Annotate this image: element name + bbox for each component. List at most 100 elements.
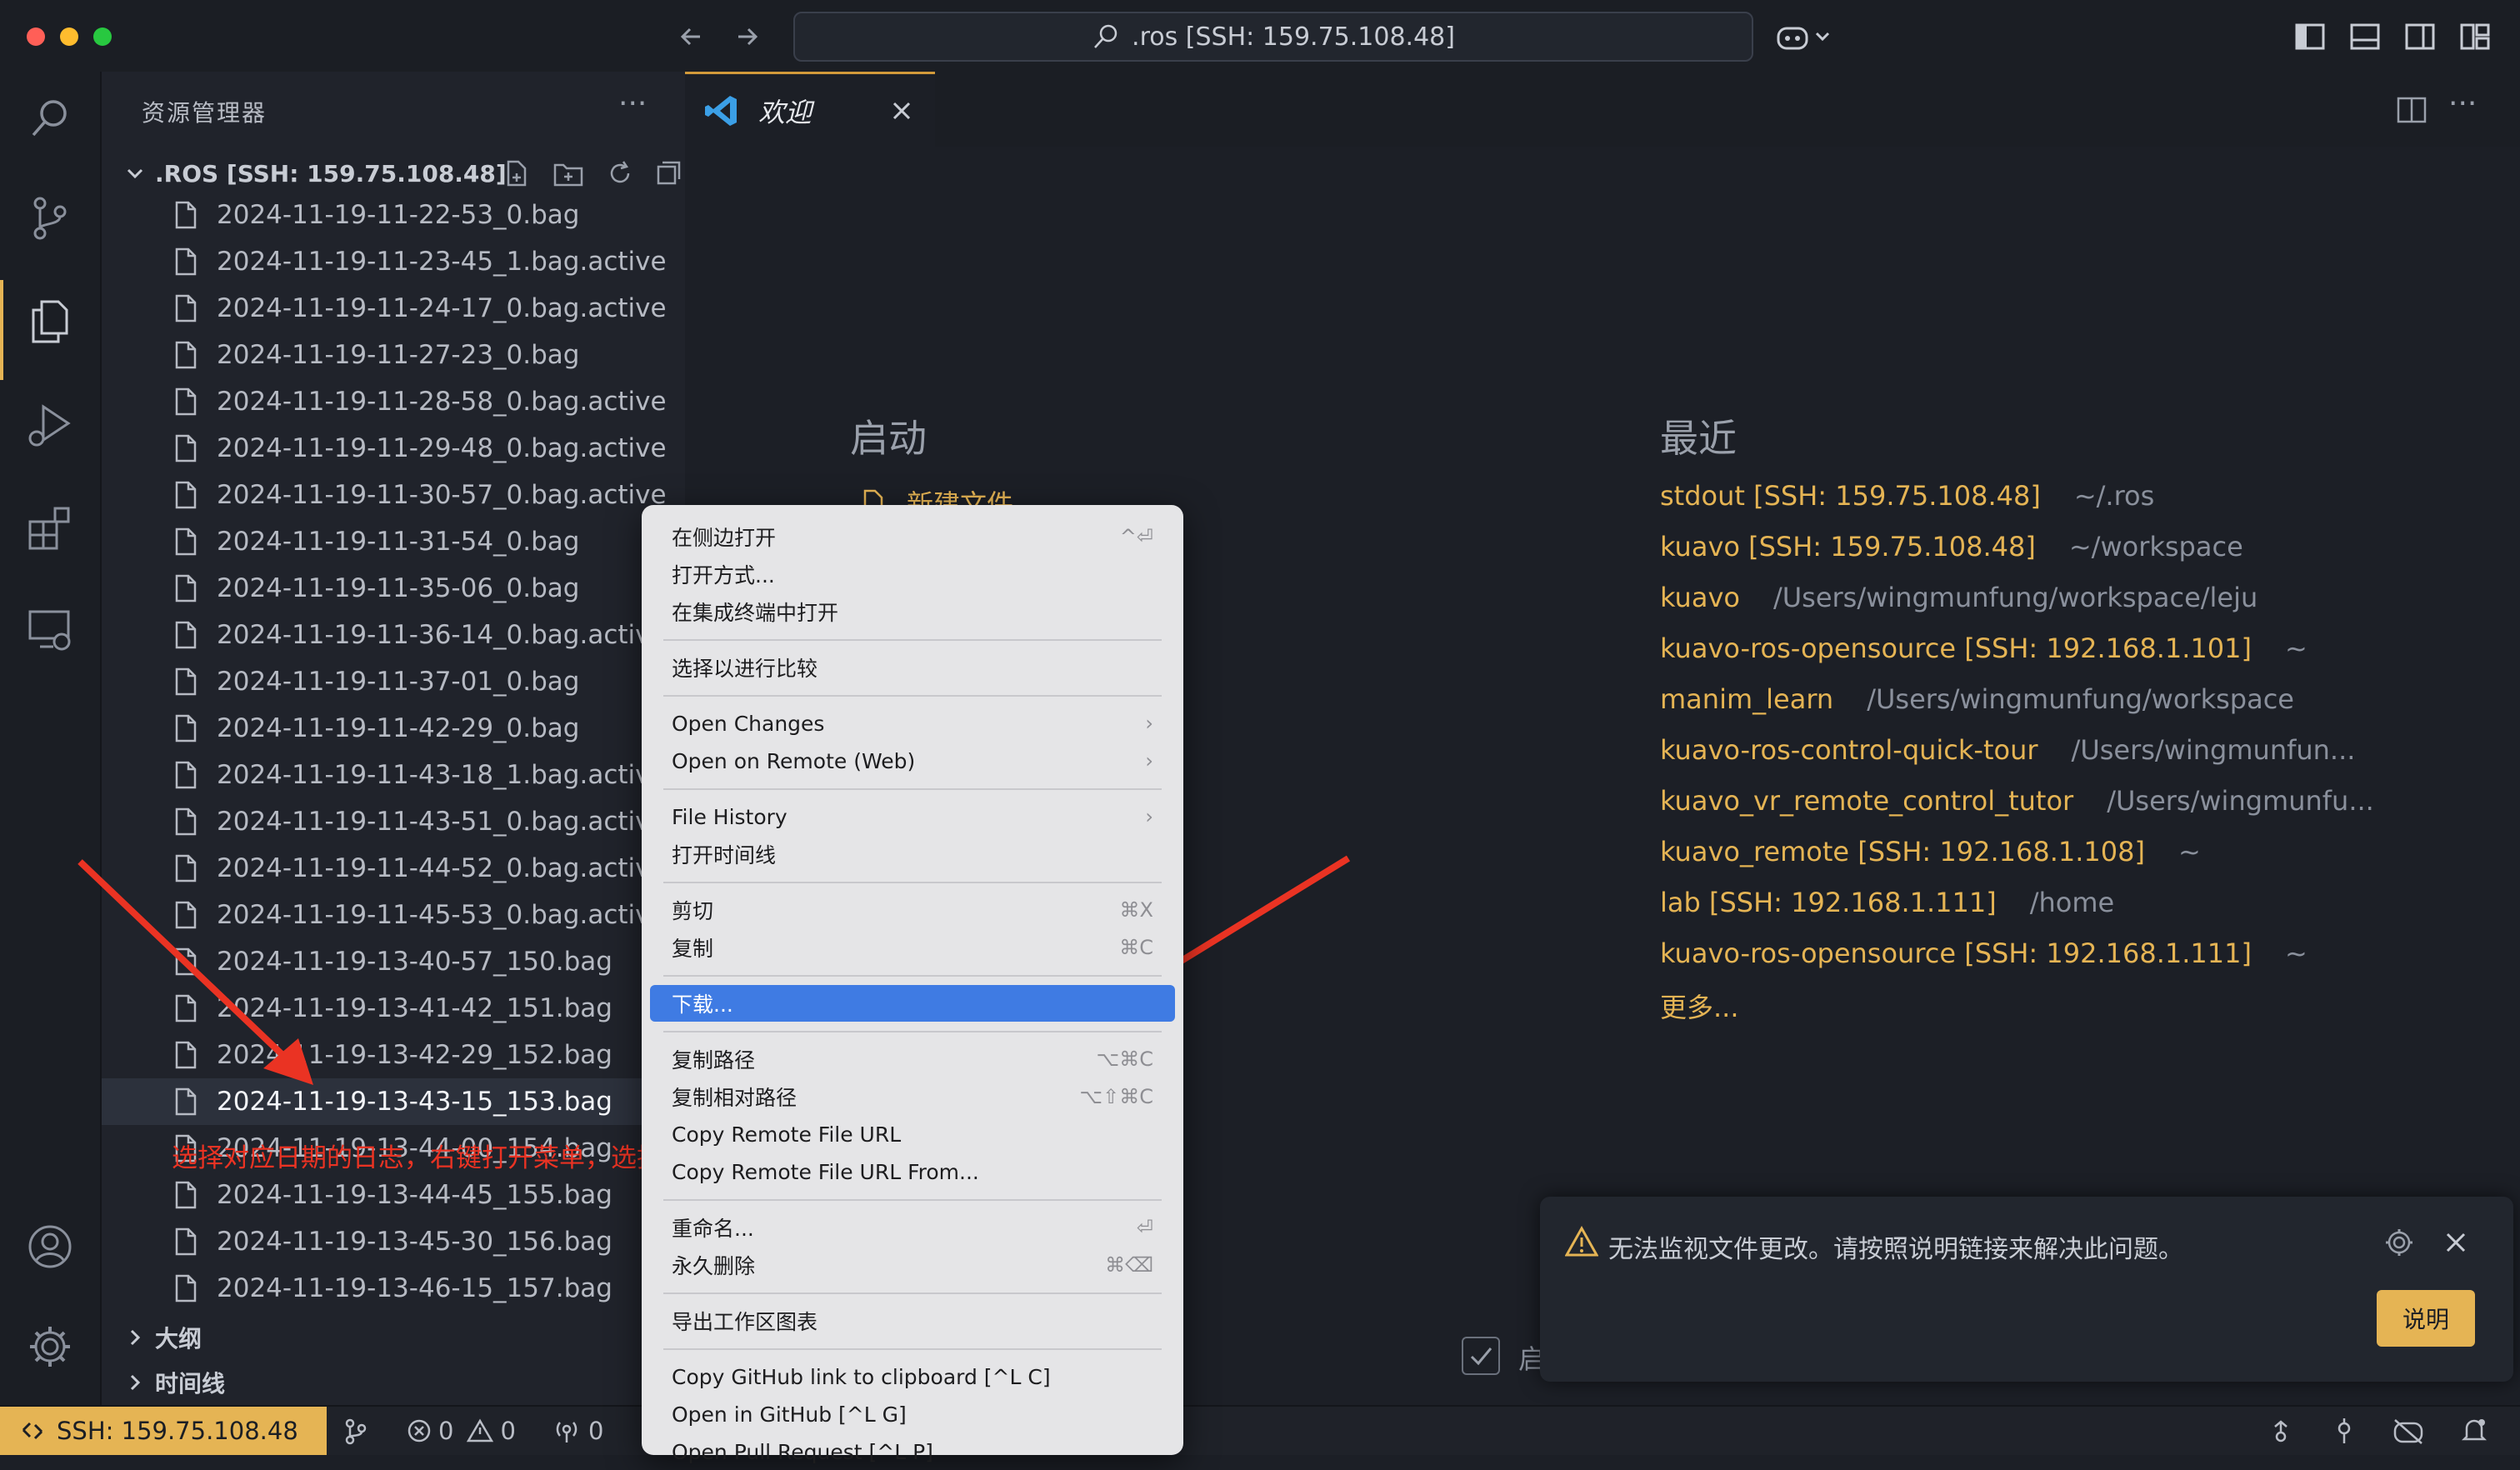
file-tree-item[interactable]: 2024-11-19-11-42-29_0.bag xyxy=(102,705,685,752)
command-center-search[interactable]: .ros [SSH: 159.75.108.48] xyxy=(793,12,1753,62)
file-tree-item[interactable]: 2024-11-19-11-28-58_0.bag.active xyxy=(102,378,685,425)
file-tree-item[interactable]: 2024-11-19-11-23-45_1.bag.active xyxy=(102,238,685,285)
split-editor-icon[interactable] xyxy=(2395,93,2428,127)
recent-more-link[interactable]: 更多... xyxy=(1660,987,1739,1025)
copilot-status-icon[interactable] xyxy=(2392,1417,2425,1445)
tab-welcome[interactable]: 欢迎 xyxy=(685,72,935,147)
menu-item[interactable]: Copy Remote File URL xyxy=(650,1116,1175,1152)
menu-item[interactable]: 在侧边打开 ^⏎ xyxy=(650,518,1175,555)
minimize-window-button[interactable] xyxy=(60,28,78,46)
file-tree-item[interactable]: 2024-11-19-11-37-01_0.bag xyxy=(102,658,685,705)
workspace-folder-header[interactable]: .ROS [SSH: 159.75.108.48] xyxy=(110,152,685,195)
menu-item[interactable]: 导出工作区图表 xyxy=(650,1302,1175,1339)
remote-explorer-icon[interactable] xyxy=(25,605,75,655)
menu-item[interactable]: 重命名... ⏎ xyxy=(650,1209,1175,1246)
notification-action-button[interactable]: 说明 xyxy=(2377,1290,2475,1347)
menu-item[interactable]: Copy Remote File URL From... xyxy=(650,1153,1175,1190)
file-tree-item[interactable]: 2024-11-19-11-36-14_0.bag.active xyxy=(102,612,685,658)
menu-item[interactable]: 打开方式... xyxy=(650,556,1175,592)
file-tree-item[interactable]: 2024-11-19-13-45-30_156.bag xyxy=(102,1218,685,1265)
menu-item[interactable]: Open in GitHub [^L G] xyxy=(650,1396,1175,1432)
recent-item[interactable]: kuavo [SSH: 159.75.108.48] ~/workspace xyxy=(1660,531,2243,578)
recent-item-name[interactable]: lab [SSH: 192.168.1.111] xyxy=(1660,887,1997,918)
copilot-icon[interactable] xyxy=(1775,20,1833,53)
show-welcome-checkbox[interactable] xyxy=(1462,1337,1500,1375)
menu-item[interactable]: 在集成终端中打开 xyxy=(650,593,1175,630)
refresh-icon[interactable] xyxy=(605,158,635,188)
recent-item[interactable]: kuavo/Users/wingmunfung/workspace/leju xyxy=(1660,582,2258,628)
explorer-icon[interactable] xyxy=(25,297,75,347)
commit-icon[interactable] xyxy=(2330,1417,2358,1445)
file-tree-item[interactable]: 2024-11-19-13-46-15_157.bag xyxy=(102,1265,685,1312)
recent-item-name[interactable]: kuavo_vr_remote_control_tutor xyxy=(1660,785,2073,817)
editor-more-actions[interactable]: ··· xyxy=(2448,87,2477,121)
menu-item[interactable]: 剪切 ⌘X xyxy=(650,892,1175,928)
problems-indicator[interactable]: 0 0 xyxy=(407,1407,516,1455)
toggle-panel-icon[interactable] xyxy=(2348,20,2382,53)
toggle-secondary-sidebar-icon[interactable] xyxy=(2403,20,2437,53)
source-control-icon[interactable] xyxy=(342,1417,370,1445)
toggle-sidebar-icon[interactable] xyxy=(2293,20,2327,53)
recent-item-name[interactable]: kuavo-ros-opensource [SSH: 192.168.1.101… xyxy=(1660,632,2252,664)
remote-indicator[interactable]: SSH: 159.75.108.48 xyxy=(0,1407,327,1455)
recent-item[interactable]: lab [SSH: 192.168.1.111] /home xyxy=(1660,887,2114,933)
outline-section[interactable]: 大纲 xyxy=(110,1315,202,1360)
recent-item-name[interactable]: kuavo xyxy=(1660,582,1740,613)
recent-item[interactable]: kuavo_remote [SSH: 192.168.1.108] ~ xyxy=(1660,836,2201,882)
file-tree-item[interactable]: 2024-11-19-13-44-45_155.bag xyxy=(102,1172,685,1218)
file-tree-item[interactable]: 2024-11-19-11-43-18_1.bag.active xyxy=(102,752,685,798)
search-icon[interactable] xyxy=(25,93,75,143)
recent-item-name[interactable]: kuavo-ros-opensource [SSH: 192.168.1.111… xyxy=(1660,938,2252,969)
maximize-window-button[interactable] xyxy=(93,28,112,46)
menu-item[interactable]: File History › xyxy=(650,798,1175,835)
menu-item-download[interactable]: 下载... xyxy=(650,985,1175,1022)
file-tree-item[interactable]: 2024-11-19-11-27-23_0.bag xyxy=(102,332,685,378)
menu-item[interactable]: 选择以进行比较 xyxy=(650,649,1175,686)
recent-item-name[interactable]: kuavo_remote [SSH: 192.168.1.108] xyxy=(1660,836,2145,868)
menu-item[interactable]: 永久删除 ⌘⌫ xyxy=(650,1247,1175,1283)
close-icon[interactable] xyxy=(890,99,913,122)
back-arrow-icon[interactable] xyxy=(675,20,708,53)
new-folder-icon[interactable] xyxy=(552,158,585,188)
menu-item[interactable]: 复制相对路径 ⌥⇧⌘C xyxy=(650,1078,1175,1115)
recent-item[interactable]: kuavo-ros-opensource [SSH: 192.168.1.101… xyxy=(1660,632,2308,679)
recent-item-name[interactable]: manim_learn xyxy=(1660,683,1833,715)
menu-item[interactable]: Open Changes › xyxy=(650,705,1175,742)
run-debug-icon[interactable] xyxy=(25,400,75,450)
recent-item-name[interactable]: kuavo-ros-control-quick-tour xyxy=(1660,734,2038,766)
github-icon[interactable] xyxy=(2267,1417,2295,1445)
collapse-all-icon[interactable] xyxy=(653,158,683,188)
settings-gear-icon[interactable] xyxy=(25,1322,75,1372)
recent-item[interactable]: kuavo-ros-opensource [SSH: 192.168.1.111… xyxy=(1660,938,2308,984)
file-tree-item[interactable]: 2024-11-19-11-22-53_0.bag xyxy=(102,192,685,238)
menu-item[interactable]: Open Pull Request [^L P] xyxy=(650,1433,1175,1470)
file-tree-item[interactable]: 2024-11-19-11-43-51_0.bag.active xyxy=(102,798,685,845)
gear-icon[interactable] xyxy=(2383,1227,2415,1258)
file-tree-item[interactable]: 2024-11-19-11-31-54_0.bag xyxy=(102,518,685,565)
recent-item[interactable]: manim_learn/Users/wingmunfung/workspace xyxy=(1660,683,2294,730)
file-tree-item[interactable]: 2024-11-19-11-24-17_0.bag.active xyxy=(102,285,685,332)
recent-item[interactable]: kuavo_vr_remote_control_tutor/Users/wing… xyxy=(1660,785,2374,832)
forward-arrow-icon[interactable] xyxy=(730,20,763,53)
sidebar-more-actions[interactable]: ··· xyxy=(618,87,647,121)
customize-layout-icon[interactable] xyxy=(2458,20,2492,53)
menu-item[interactable]: 复制 ⌘C xyxy=(650,929,1175,966)
notifications-bell-icon[interactable] xyxy=(2460,1417,2488,1445)
recent-item-name[interactable]: stdout [SSH: 159.75.108.48] xyxy=(1660,480,2041,512)
recent-item[interactable]: stdout [SSH: 159.75.108.48] ~/.ros xyxy=(1660,480,2154,527)
timeline-section[interactable]: 时间线 xyxy=(110,1360,225,1405)
menu-item[interactable]: 复制路径 ⌥⌘C xyxy=(650,1041,1175,1078)
menu-item[interactable]: 打开时间线 xyxy=(650,836,1175,872)
menu-item[interactable]: Copy GitHub link to clipboard [^L C] xyxy=(650,1358,1175,1395)
menu-item[interactable]: Open on Remote (Web) › xyxy=(650,742,1175,779)
account-icon[interactable] xyxy=(25,1222,75,1272)
new-file-icon[interactable] xyxy=(502,158,532,188)
recent-item-name[interactable]: kuavo [SSH: 159.75.108.48] xyxy=(1660,531,2036,562)
close-icon[interactable] xyxy=(2443,1230,2468,1255)
recent-item[interactable]: kuavo-ros-control-quick-tour/Users/wingm… xyxy=(1660,734,2355,781)
source-control-icon[interactable] xyxy=(25,193,75,243)
file-tree-item[interactable]: 2024-11-19-11-30-57_0.bag.active xyxy=(102,472,685,518)
ports-indicator[interactable]: 0 xyxy=(553,1407,603,1455)
close-window-button[interactable] xyxy=(27,28,45,46)
extensions-icon[interactable] xyxy=(25,503,75,553)
